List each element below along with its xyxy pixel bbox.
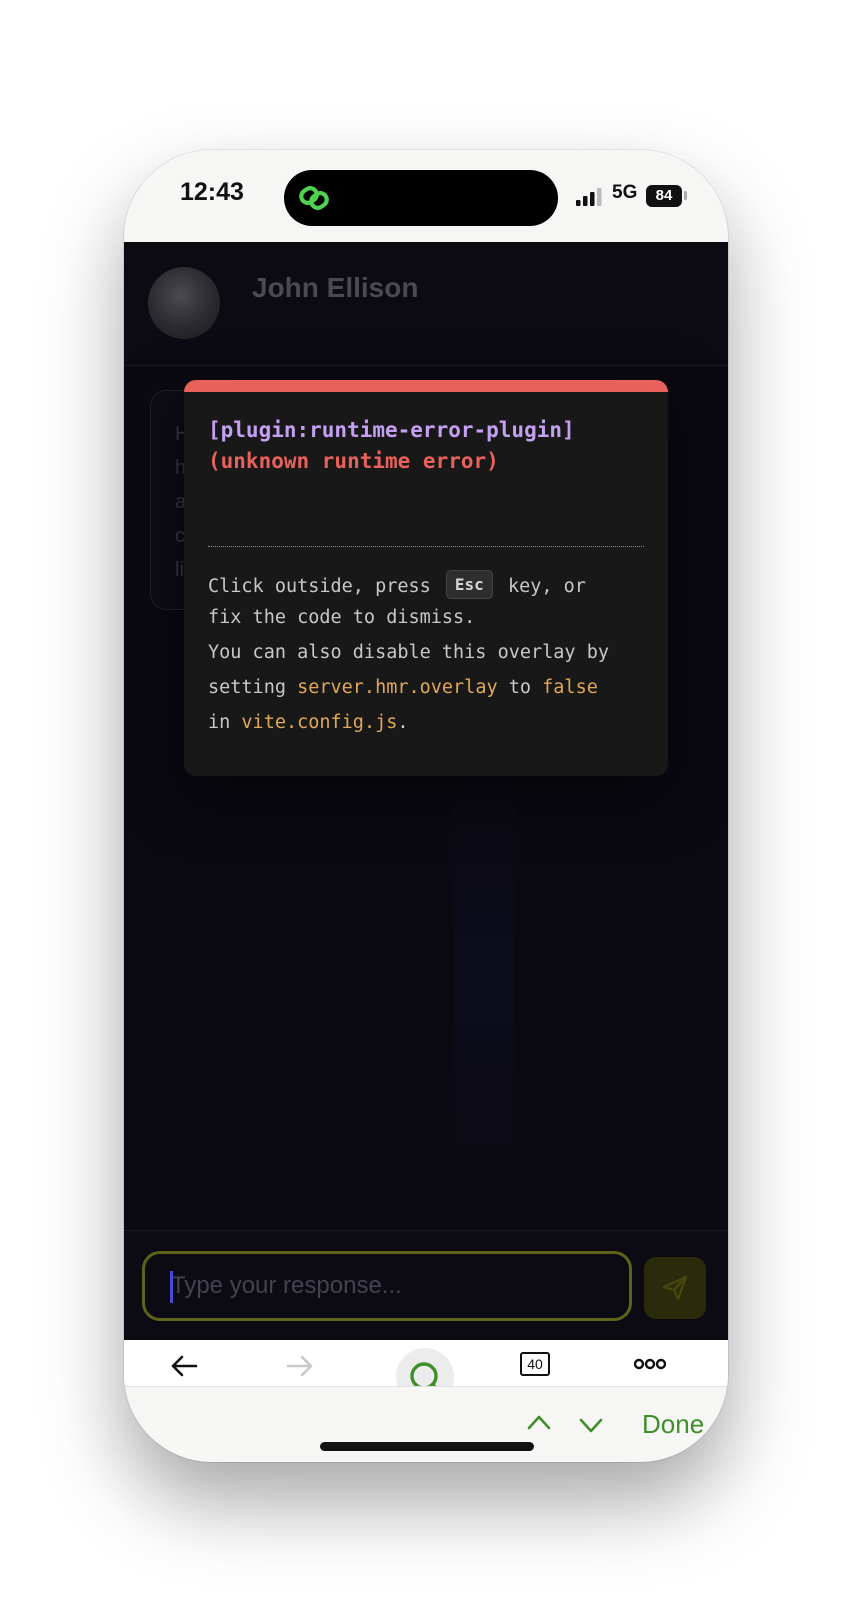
background-glow bbox=[454, 762, 514, 1192]
tip-text: in bbox=[208, 712, 231, 733]
tip-text: to bbox=[508, 677, 532, 698]
tip-text: . bbox=[397, 712, 409, 733]
home-indicator[interactable] bbox=[320, 1442, 534, 1451]
divider bbox=[208, 546, 644, 547]
battery-icon: 84 bbox=[646, 185, 682, 207]
message-line: li bbox=[175, 559, 184, 581]
tip-text: key, or bbox=[507, 576, 586, 597]
tip-text: Click outside, press bbox=[208, 576, 431, 597]
config-key: server.hmr.overlay bbox=[297, 677, 498, 698]
error-title: [plugin:runtime-error-plugin] bbox=[208, 418, 575, 442]
contact-name: John Ellison bbox=[252, 272, 419, 303]
tip-line: fix the code to dismiss. bbox=[208, 607, 476, 628]
dynamic-island bbox=[284, 170, 558, 226]
status-bar: 12:43 5G 84 bbox=[124, 150, 728, 242]
error-overlay: [plugin:runtime-error-plugin] (unknown r… bbox=[184, 380, 668, 776]
tip-line: setting server.hmr.overlay to false bbox=[208, 677, 598, 698]
forward-arrow-icon[interactable] bbox=[284, 1350, 316, 1382]
chevron-up-icon[interactable] bbox=[526, 1413, 552, 1431]
tab-count: 40 bbox=[527, 1356, 543, 1372]
send-button[interactable] bbox=[644, 1257, 706, 1319]
network-label: 5G bbox=[612, 182, 638, 203]
send-icon bbox=[662, 1275, 688, 1301]
response-input[interactable]: Type your response... bbox=[142, 1251, 632, 1321]
battery-tip bbox=[684, 191, 687, 200]
avatar[interactable] bbox=[148, 267, 220, 339]
chevron-down-icon[interactable] bbox=[578, 1417, 604, 1435]
status-time: 12:43 bbox=[180, 178, 244, 206]
chat-screen: John Ellison H h a c li Type your respon… bbox=[124, 242, 728, 1340]
config-file: vite.config.js bbox=[241, 712, 398, 733]
signal-icon bbox=[576, 188, 602, 206]
search-icon bbox=[410, 1362, 438, 1386]
esc-key: Esc bbox=[445, 570, 493, 599]
error-message: (unknown runtime error) bbox=[208, 449, 499, 473]
config-value: false bbox=[542, 677, 598, 698]
tabs-button[interactable]: 40 bbox=[520, 1352, 550, 1376]
more-options-icon[interactable] bbox=[634, 1358, 666, 1370]
chat-header: John Ellison bbox=[124, 242, 728, 366]
tip-line: in vite.config.js. bbox=[208, 712, 409, 733]
browser-toolbar: 40 bbox=[124, 1340, 728, 1386]
link-icon bbox=[299, 186, 329, 210]
input-bar: Type your response... bbox=[124, 1230, 728, 1340]
back-arrow-icon[interactable] bbox=[168, 1350, 200, 1382]
tip-line: You can also disable this overlay by bbox=[208, 642, 609, 663]
tip-line: Click outside, press Esc key, or bbox=[208, 570, 586, 601]
text-caret bbox=[170, 1271, 173, 1303]
done-button[interactable]: Done bbox=[642, 1409, 704, 1440]
search-button[interactable] bbox=[396, 1348, 454, 1386]
tip-text: setting bbox=[208, 677, 286, 698]
phone-frame: 12:43 5G 84 John Ellison H h a c li Type… bbox=[124, 150, 728, 1462]
